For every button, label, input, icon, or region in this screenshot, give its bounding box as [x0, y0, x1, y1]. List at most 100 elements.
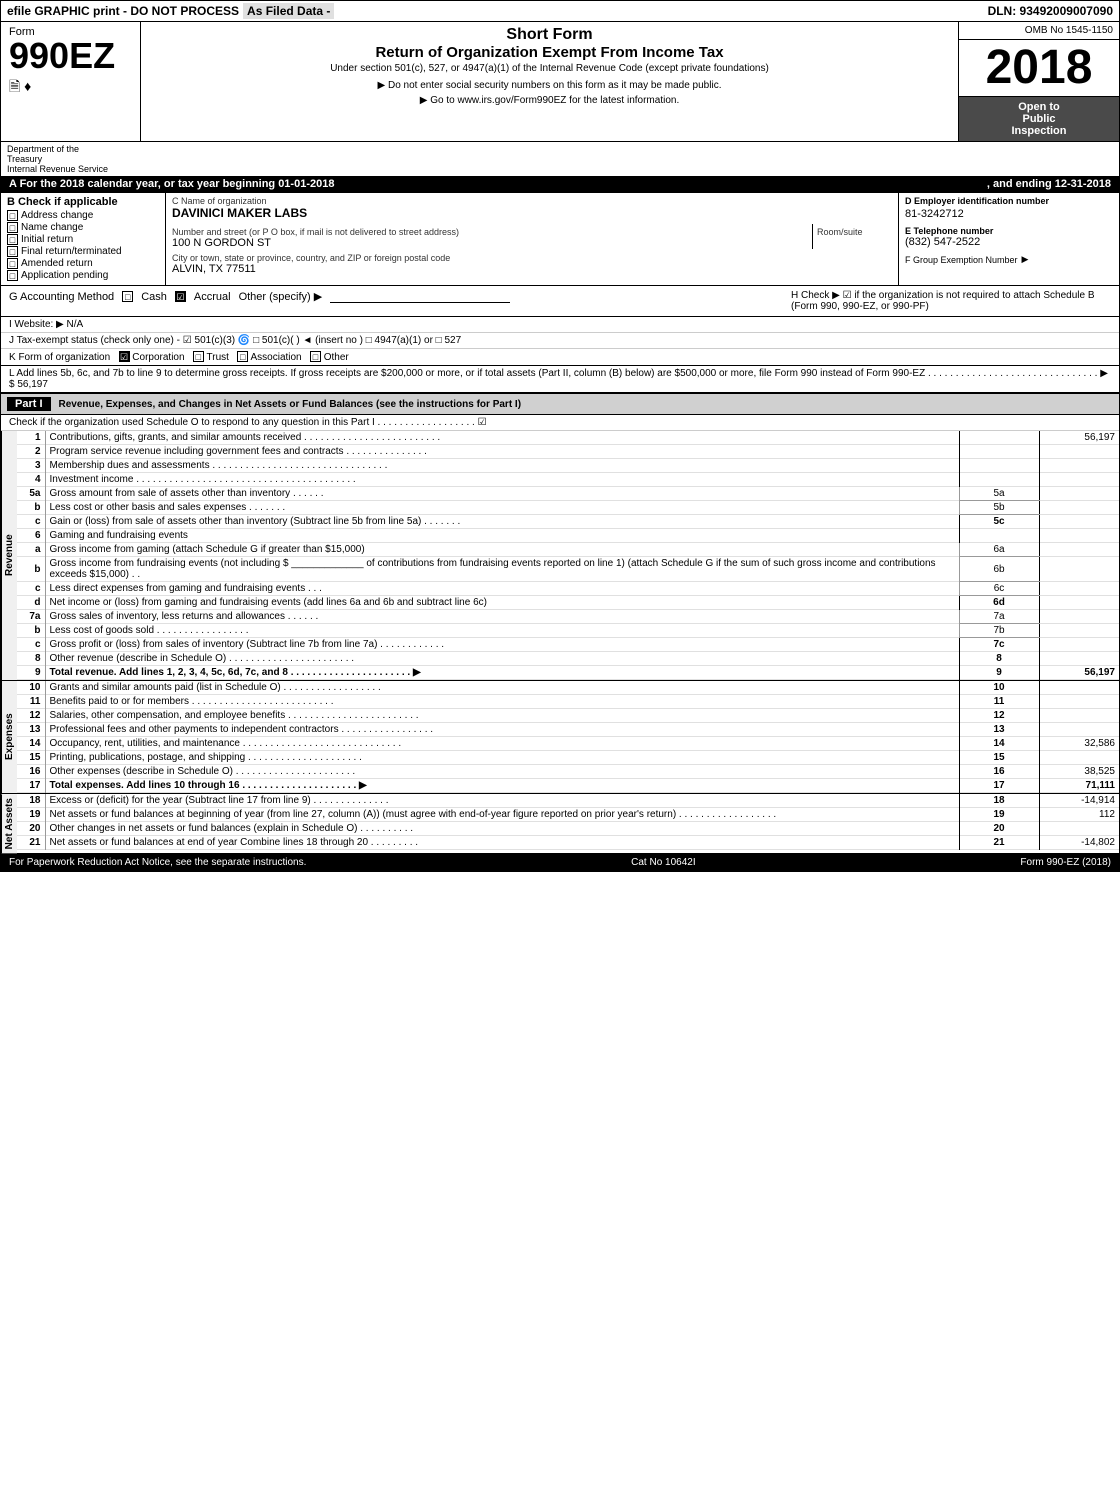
ein-value: 81-3242712	[905, 208, 1113, 220]
line-result-num	[959, 459, 1039, 473]
check-h: H Check ▶ ☑ if the organization is not r…	[791, 290, 1111, 312]
dept-section: Department of the Treasury Internal Reve…	[1, 142, 1119, 176]
line-number: 7a	[17, 610, 45, 624]
form-footer: For Paperwork Reduction Act Notice, see …	[1, 854, 1119, 871]
line-result-num: 15	[959, 751, 1039, 765]
line-result-num: 5c	[959, 515, 1039, 529]
line-number: 16	[17, 765, 45, 779]
line-number: 6	[17, 529, 45, 543]
add-lines-note: L Add lines 5b, 6c, and 7b to line 9 to …	[1, 366, 1119, 393]
line-number: 2	[17, 445, 45, 459]
line-value	[1039, 709, 1119, 723]
subtitle: Under section 501(c), 527, or 4947(a)(1)…	[151, 63, 948, 74]
line-number: c	[17, 638, 45, 652]
line-value: -14,802	[1039, 836, 1119, 850]
checkbox-pending[interactable]: □	[7, 270, 18, 281]
checkbox-cash[interactable]: □	[122, 291, 133, 302]
checkbox-address[interactable]: □	[7, 210, 18, 221]
line-label: Net assets or fund balances at end of ye…	[45, 836, 959, 850]
tax-year-row: A For the 2018 calendar year, or tax yea…	[1, 176, 1119, 192]
line-number: 1	[17, 431, 45, 445]
line-value	[1039, 610, 1119, 624]
line-label: Gross amount from sale of assets other t…	[45, 487, 959, 501]
ein-label: D Employer identification number	[905, 196, 1113, 206]
table-row: 5aGross amount from sale of assets other…	[17, 487, 1119, 501]
net-assets-side-label: Net Assets	[1, 794, 17, 853]
line-value: 71,111	[1039, 779, 1119, 793]
checkbox-initial[interactable]: □	[7, 234, 18, 245]
line-number: c	[17, 515, 45, 529]
line-number: b	[17, 501, 45, 515]
checkbox-trust[interactable]: □	[193, 351, 204, 362]
line-result-num: 10	[959, 681, 1039, 695]
line-value	[1039, 487, 1119, 501]
short-form-title: Short Form	[151, 26, 948, 44]
line-label: Contributions, gifts, grants, and simila…	[45, 431, 959, 445]
line-label: Gross profit or (loss) from sales of inv…	[45, 638, 959, 652]
line-number: 8	[17, 652, 45, 666]
line-label: Gaming and fundraising events	[45, 529, 959, 543]
line-label: Total expenses. Add lines 10 through 16 …	[45, 779, 959, 793]
line-number: d	[17, 596, 45, 610]
line-number: 15	[17, 751, 45, 765]
line-label: Printing, publications, postage, and shi…	[45, 751, 959, 765]
line-box: 5a	[959, 487, 1039, 501]
label-initial-return: Initial return	[21, 234, 73, 245]
checkbox-name[interactable]: □	[7, 222, 18, 233]
checkbox-corporation[interactable]: ☑	[119, 351, 130, 362]
check-amended: □ Amended return	[7, 258, 159, 269]
part1-header: Part I Revenue, Expenses, and Changes in…	[1, 393, 1119, 415]
line-value	[1039, 543, 1119, 557]
line-result-num: 8	[959, 652, 1039, 666]
revenue-table: 1Contributions, gifts, grants, and simil…	[17, 431, 1119, 680]
line-label: Gross sales of inventory, less returns a…	[45, 610, 959, 624]
net-assets-content: 18Excess or (deficit) for the year (Subt…	[17, 794, 1119, 853]
org-info-section: C Name of organization DAVINICI MAKER LA…	[166, 193, 899, 285]
line-result-num: 13	[959, 723, 1039, 737]
line-number: b	[17, 557, 45, 582]
line-number: b	[17, 624, 45, 638]
line-value	[1039, 529, 1119, 543]
table-row: 9Total revenue. Add lines 1, 2, 3, 4, 5c…	[17, 666, 1119, 680]
line-number: 10	[17, 681, 45, 695]
line-box: 6b	[959, 557, 1039, 582]
line-result-num: 6d	[959, 596, 1039, 610]
checkbox-amended[interactable]: □	[7, 258, 18, 269]
line-label: Net assets or fund balances at beginning…	[45, 808, 959, 822]
table-row: 2Program service revenue including gover…	[17, 445, 1119, 459]
website-row: I Website: ▶ N/A	[1, 317, 1119, 333]
line-number: 13	[17, 723, 45, 737]
line-number: 18	[17, 794, 45, 808]
form-footer-label: Form 990-EZ (2018)	[1020, 857, 1111, 868]
revenue-section: Revenue 1Contributions, gifts, grants, a…	[1, 431, 1119, 681]
do-not-process-label: efile GRAPHIC print - DO NOT PROCESS	[7, 4, 239, 18]
line-label: Less cost of goods sold . . . . . . . . …	[45, 624, 959, 638]
schedule-check-row: Check if the organization used Schedule …	[1, 415, 1119, 431]
line-value	[1039, 638, 1119, 652]
table-row: bLess cost of goods sold . . . . . . . .…	[17, 624, 1119, 638]
line-label: Investment income . . . . . . . . . . . …	[45, 473, 959, 487]
accounting-method: G Accounting Method □ Cash ☑ Accrual Oth…	[9, 290, 771, 303]
form-icons: 🗎 ♦	[9, 76, 132, 100]
table-row: 15Printing, publications, postage, and s…	[17, 751, 1119, 765]
table-row: 21Net assets or fund balances at end of …	[17, 836, 1119, 850]
table-row: 16Other expenses (describe in Schedule O…	[17, 765, 1119, 779]
table-row: 11Benefits paid to or for members . . . …	[17, 695, 1119, 709]
line-label: Less direct expenses from gaming and fun…	[45, 582, 959, 596]
checkbox-accrual[interactable]: ☑	[175, 291, 186, 302]
checkbox-association[interactable]: □	[237, 351, 248, 362]
line-label: Gain or (loss) from sale of assets other…	[45, 515, 959, 529]
line-result-num: 16	[959, 765, 1039, 779]
line-result-num: 20	[959, 822, 1039, 836]
checkbox-other-org[interactable]: □	[310, 351, 321, 362]
corporation-label: Corporation	[132, 352, 190, 363]
line-box: 6c	[959, 582, 1039, 596]
line-result-num: 7c	[959, 638, 1039, 652]
line-result-num: 14	[959, 737, 1039, 751]
table-row: 1Contributions, gifts, grants, and simil…	[17, 431, 1119, 445]
website-label: I Website: ▶	[9, 319, 64, 330]
line-result-num: 21	[959, 836, 1039, 850]
check-applicable-header: B Check if applicable	[7, 196, 159, 208]
line-label: Other expenses (describe in Schedule O) …	[45, 765, 959, 779]
checkbox-final[interactable]: □	[7, 246, 18, 257]
